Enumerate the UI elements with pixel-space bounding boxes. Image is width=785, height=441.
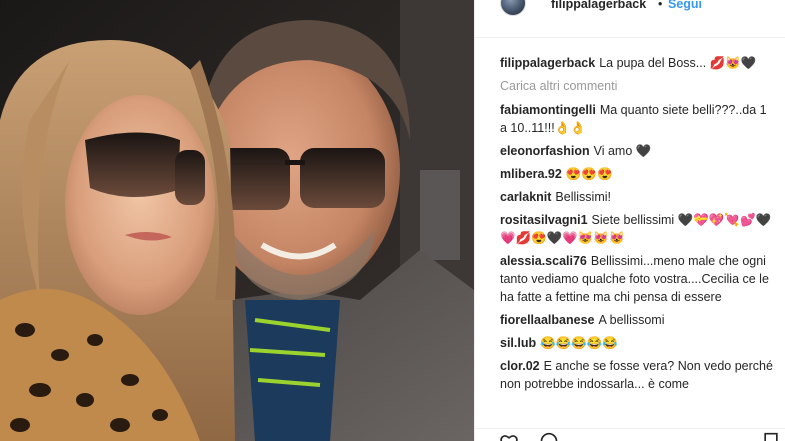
- comment-username[interactable]: fabiamontingelli: [500, 103, 596, 117]
- comments-list: filippalagerback La pupa del Boss... 💋😻🖤 …: [500, 54, 775, 398]
- list-item: carlaknit Bellissimi!: [500, 188, 775, 206]
- comment-icon[interactable]: [539, 432, 559, 441]
- post-photo[interactable]: [0, 0, 474, 441]
- list-item: fabiamontingelli Ma quanto siete belli???…: [500, 101, 775, 137]
- list-item: rositasilvagni1 Siete bellissimi 🖤💝💖💘💕🖤💗💋…: [500, 211, 775, 247]
- load-more-comments-button[interactable]: Carica altri commenti: [500, 77, 775, 95]
- comment-text: E anche se fosse vera? Non vedo perché n…: [500, 359, 773, 391]
- caption-text: La pupa del Boss... 💋😻🖤: [599, 56, 757, 70]
- header-separator-dot: •: [658, 0, 663, 11]
- list-item: fiorellaalbanese A bellissomi: [500, 311, 775, 329]
- comment-text: 😍😍😍: [565, 167, 613, 181]
- comment-text: A bellissomi: [598, 313, 665, 327]
- comment-username[interactable]: alessia.scali76: [500, 254, 587, 268]
- follow-button[interactable]: Segui: [668, 0, 702, 11]
- caption: filippalagerback La pupa del Boss... 💋😻🖤: [500, 54, 775, 72]
- comment-username[interactable]: mlibera.92: [500, 167, 562, 181]
- heart-icon[interactable]: [499, 432, 519, 441]
- comment-username[interactable]: eleonorfashion: [500, 144, 590, 158]
- header-username[interactable]: filippalagerback: [551, 0, 646, 11]
- comment-text: Bellissimi!: [555, 190, 611, 204]
- comment-username[interactable]: fiorellaalbanese: [500, 313, 595, 327]
- comment-text: 😂😂😂😂😂: [540, 336, 618, 350]
- selfie-image: [0, 0, 474, 441]
- list-item: eleonorfashion Vi amo 🖤: [500, 142, 775, 160]
- comment-username[interactable]: rositasilvagni1: [500, 213, 588, 227]
- comment-username[interactable]: carlaknit: [500, 190, 551, 204]
- list-item: alessia.scali76 Bellissimi...meno male ch…: [500, 252, 775, 306]
- bookmark-icon[interactable]: [761, 432, 781, 441]
- list-item: clor.02 E anche se fosse vera? Non vedo p…: [500, 357, 775, 393]
- list-item: sil.lub 😂😂😂😂😂: [500, 334, 775, 352]
- profile-avatar[interactable]: [500, 0, 526, 16]
- list-item: mlibera.92 😍😍😍: [500, 165, 775, 183]
- comment-username[interactable]: sil.lub: [500, 336, 536, 350]
- caption-username[interactable]: filippalagerback: [500, 56, 595, 70]
- post-header: filippalagerback • Segui: [475, 0, 785, 38]
- post-side-panel: filippalagerback • Segui filippalagerbac…: [474, 0, 785, 441]
- comment-username[interactable]: clor.02: [500, 359, 540, 373]
- action-bar: [475, 428, 785, 441]
- comment-text: Vi amo 🖤: [593, 144, 652, 158]
